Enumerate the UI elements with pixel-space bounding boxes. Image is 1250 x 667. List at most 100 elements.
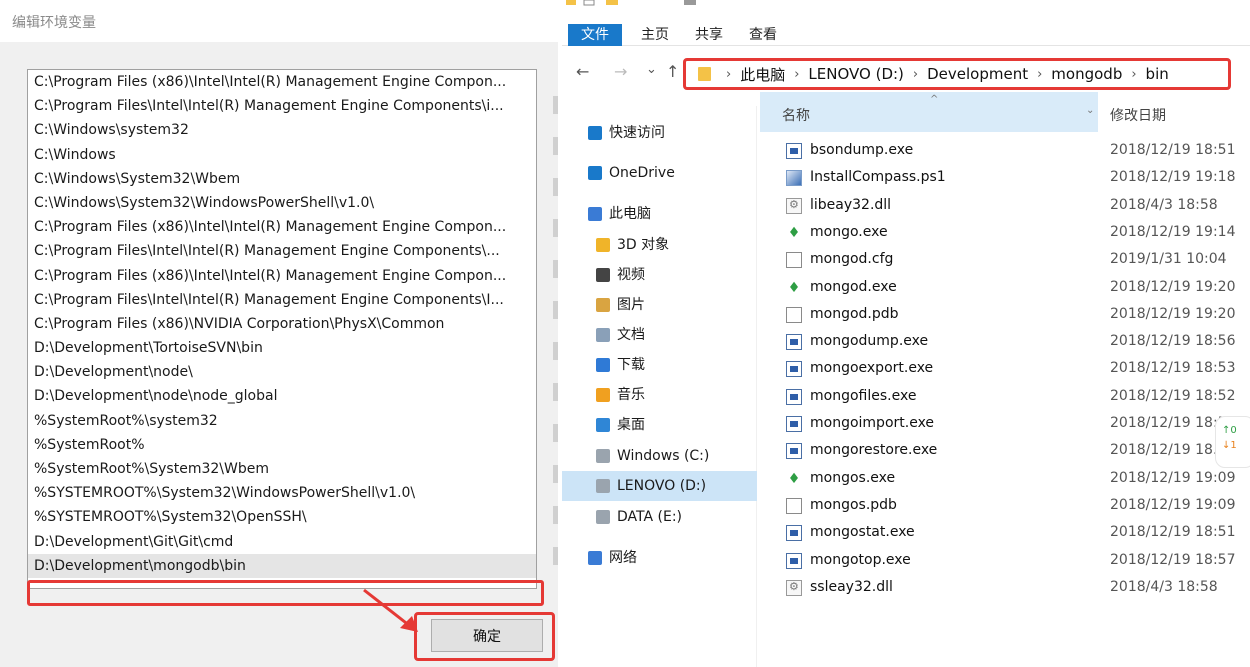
ribbon-tab[interactable]: 文件: [568, 24, 622, 46]
nav-item[interactable]: LENOVO (D:): [562, 471, 757, 501]
nav-item[interactable]: 网络: [588, 543, 637, 573]
file-row[interactable]: mongorestore.exe 2018/12/19 18.: [786, 438, 1250, 465]
ribbon-tab[interactable]: 主页: [628, 24, 682, 46]
computer-icon: [588, 207, 602, 221]
nav-item-label: 3D 对象: [617, 237, 670, 253]
path-list-item[interactable]: C:\Program Files (x86)\Intel\Intel(R) Ma…: [28, 215, 536, 239]
nav-item[interactable]: 音乐: [596, 380, 645, 410]
file-row[interactable]: libeay32.dll 2018/4/3 18:58: [786, 193, 1250, 220]
path-list-item[interactable]: C:\Program Files (x86)\NVIDIA Corporatio…: [28, 312, 536, 336]
path-list-item[interactable]: %SystemRoot%\system32: [28, 409, 536, 433]
folder-icon: [698, 67, 711, 81]
column-name[interactable]: 名称: [760, 92, 1098, 132]
path-list-item[interactable]: C:\Windows\System32\Wbem: [28, 167, 536, 191]
file-row[interactable]: mongodump.exe 2018/12/19 18:56: [786, 329, 1250, 356]
network-speed-widget: ↑0 ↓1: [1215, 416, 1250, 468]
path-list-item[interactable]: C:\Windows\system32: [28, 118, 536, 142]
file-date: 2019/1/31 10:04: [1110, 251, 1227, 268]
nav-item[interactable]: 文档: [596, 320, 645, 350]
file-row[interactable]: InstallCompass.ps1 2018/12/19 19:18: [786, 165, 1250, 192]
path-list-item[interactable]: C:\Windows: [28, 143, 536, 167]
file-row[interactable]: ♦ mongo.exe 2018/12/19 19:14: [786, 220, 1250, 247]
file-row[interactable]: ssleay32.dll 2018/4/3 18:58: [786, 575, 1250, 602]
file-row[interactable]: ♦ mongod.exe 2018/12/19 19:20: [786, 275, 1250, 302]
file-row[interactable]: mongofiles.exe 2018/12/19 18:52: [786, 384, 1250, 411]
breadcrumb-separator-icon[interactable]: ›: [726, 67, 731, 82]
path-list-item[interactable]: C:\Program Files\Intel\Intel(R) Manageme…: [28, 239, 536, 263]
blank-file-icon: [786, 497, 802, 514]
path-list-item[interactable]: C:\Program Files (x86)\Intel\Intel(R) Ma…: [28, 70, 536, 94]
path-list-item[interactable]: C:\Program Files\Intel\Intel(R) Manageme…: [28, 94, 536, 118]
nav-item[interactable]: DATA (E:): [596, 502, 682, 532]
nav-item-label: 音乐: [617, 387, 645, 403]
path-list-item[interactable]: %SystemRoot%: [28, 433, 536, 457]
path-list-item[interactable]: %SystemRoot%\System32\Wbem: [28, 457, 536, 481]
file-row[interactable]: mongotop.exe 2018/12/19 18:57: [786, 548, 1250, 575]
nav-item[interactable]: OneDrive: [588, 158, 675, 188]
file-row[interactable]: mongod.cfg 2019/1/31 10:04: [786, 247, 1250, 274]
file-date: 2018/12/19 18:51: [1110, 524, 1236, 541]
nav-item[interactable]: 图片: [596, 290, 645, 320]
breadcrumb-separator-icon[interactable]: ›: [794, 67, 799, 82]
file-name: mongoimport.exe: [810, 415, 935, 431]
path-list-item[interactable]: D:\Development\Git\Git\cmd: [28, 530, 536, 554]
chevron-down-icon[interactable]: ⌄: [1086, 105, 1094, 116]
nav-item-label: 桌面: [617, 417, 645, 433]
nav-item[interactable]: Windows (C:): [596, 441, 709, 471]
file-row[interactable]: bsondump.exe 2018/12/19 18:51: [786, 138, 1250, 165]
up-arrow-icon[interactable]: ↑: [666, 62, 679, 81]
breadcrumb-item[interactable]: 此电脑: [740, 64, 785, 85]
path-list-item[interactable]: D:\Development\mongodb\bin: [28, 553, 536, 578]
drive-e-icon: [596, 510, 610, 524]
exe-file-icon: [786, 443, 802, 460]
nav-item[interactable]: 此电脑: [588, 199, 651, 229]
path-list-item[interactable]: %SYSTEMROOT%\System32\OpenSSH\: [28, 505, 536, 529]
breadcrumb-item[interactable]: mongodb: [1051, 65, 1122, 83]
dialog-title: 编辑环境变量: [0, 0, 558, 42]
mongodb-leaf-icon: ♦: [787, 470, 801, 487]
file-name: mongod.cfg: [810, 251, 894, 268]
file-row[interactable]: mongoexport.exe 2018/12/19 18:53: [786, 356, 1250, 383]
file-row[interactable]: mongod.pdb 2018/12/19 19:20: [786, 302, 1250, 329]
breadcrumb-item[interactable]: LENOVO (D:): [808, 65, 903, 83]
breadcrumb-separator-icon[interactable]: ›: [913, 67, 918, 82]
breadcrumb-item[interactable]: Development: [927, 65, 1028, 83]
recent-locations-icon[interactable]: ⌄: [646, 62, 657, 77]
file-name: mongos.pdb: [810, 496, 897, 513]
path-list-item[interactable]: D:\Development\node\node_global: [28, 384, 536, 408]
path-list-item[interactable]: D:\Development\TortoiseSVN\bin: [28, 336, 536, 360]
path-list-item[interactable]: C:\Program Files\Intel\Intel(R) Manageme…: [28, 288, 536, 312]
file-date: 2018/12/19 19:18: [1110, 169, 1236, 186]
path-list-item[interactable]: C:\Program Files (x86)\Intel\Intel(R) Ma…: [28, 264, 536, 288]
3d-objects-icon: [596, 238, 610, 252]
forward-arrow-icon[interactable]: →: [614, 62, 627, 81]
nav-item[interactable]: 视频: [596, 260, 645, 290]
back-arrow-icon[interactable]: ←: [576, 62, 589, 81]
nav-item[interactable]: 桌面: [596, 410, 645, 440]
ribbon-tab[interactable]: 查看: [736, 24, 790, 46]
path-list[interactable]: C:\Program Files (x86)\Intel\Intel(R) Ma…: [27, 69, 537, 589]
breadcrumb-separator-icon[interactable]: ›: [1131, 67, 1136, 82]
upload-count: ↑0: [1222, 425, 1237, 436]
nav-item-label: 图片: [617, 297, 645, 313]
path-list-item[interactable]: %SYSTEMROOT%\System32\WindowsPowerShell\…: [28, 481, 536, 505]
file-name: InstallCompass.ps1: [810, 169, 946, 186]
exe-file-icon: [786, 525, 802, 542]
breadcrumb-item[interactable]: bin: [1146, 65, 1169, 83]
file-row[interactable]: ♦ mongos.exe 2018/12/19 19:09: [786, 466, 1250, 493]
nav-item[interactable]: 下载: [596, 350, 645, 380]
file-row[interactable]: mongostat.exe 2018/12/19 18:51: [786, 520, 1250, 547]
file-row[interactable]: mongos.pdb 2018/12/19 19:09: [786, 493, 1250, 520]
breadcrumb-separator-icon[interactable]: ›: [1037, 67, 1042, 82]
column-date-modified[interactable]: 修改日期: [1110, 105, 1166, 125]
ok-button-highlight: [414, 612, 555, 661]
network-icon: [588, 551, 602, 565]
path-list-item[interactable]: C:\Windows\System32\WindowsPowerShell\v1…: [28, 191, 536, 215]
ribbon-tab[interactable]: 共享: [682, 24, 736, 46]
nav-item[interactable]: 3D 对象: [596, 230, 669, 260]
path-list-item[interactable]: D:\Development\node\: [28, 360, 536, 384]
nav-item[interactable]: 快速访问: [588, 118, 665, 148]
address-bar[interactable]: › 此电脑 › LENOVO (D:) › Development › mongodb › bin: [683, 58, 1231, 90]
file-row[interactable]: mongoimport.exe 2018/12/19 18:5: [786, 411, 1250, 438]
file-name: mongorestore.exe: [810, 442, 938, 459]
